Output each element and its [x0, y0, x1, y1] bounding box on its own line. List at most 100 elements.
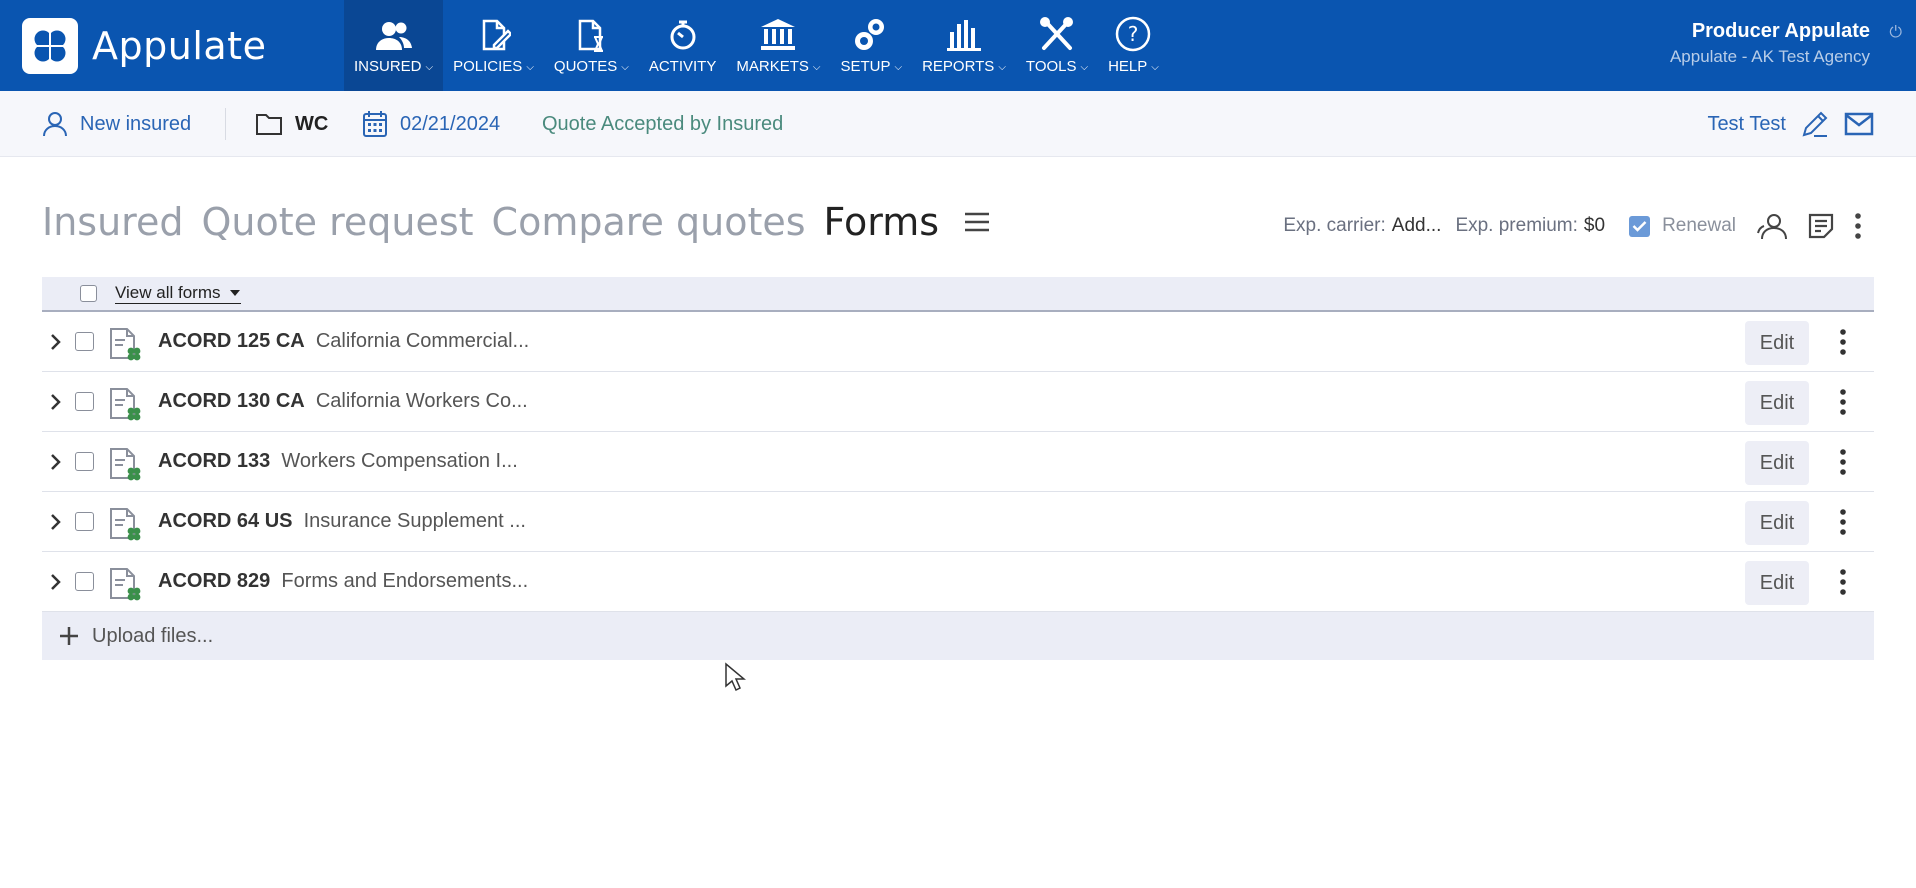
row-checkbox[interactable]	[75, 332, 94, 351]
notes-icon[interactable]	[1806, 211, 1836, 241]
quote-toolbar: Exp. carrier: Add... Exp. premium: $0 Re…	[1283, 208, 1916, 244]
mail-icon[interactable]	[1844, 112, 1874, 136]
exp-carrier-value[interactable]: Add...	[1392, 215, 1442, 237]
nav-help[interactable]: ? HELP ⌵	[1098, 0, 1169, 91]
hamburger-menu-icon[interactable]	[963, 210, 991, 234]
chevron-down-icon: ⌵	[1151, 62, 1159, 73]
table-row[interactable]: ACORD 829 Forms and Endorsements... Edit	[42, 552, 1874, 612]
row-checkbox[interactable]	[75, 512, 94, 531]
row-checkbox[interactable]	[75, 392, 94, 411]
tab-forms[interactable]: Forms	[824, 200, 940, 244]
context-bar: New insured WC 02/21/2024 Quote Accepted…	[0, 91, 1916, 157]
more-vertical-icon[interactable]	[1836, 568, 1850, 596]
insured-icon	[375, 22, 412, 50]
nav-activity[interactable]: ACTIVITY	[639, 0, 727, 91]
chevron-down-icon: ⌵	[894, 62, 903, 73]
nav-label: ACTIVITY	[648, 58, 717, 75]
line-of-business[interactable]: WC	[255, 91, 328, 157]
chevron-right-icon[interactable]	[50, 512, 62, 532]
folder-icon	[256, 114, 282, 135]
edit-button[interactable]: Edit	[1745, 381, 1809, 425]
power-icon[interactable]: ⏻	[1889, 24, 1902, 42]
edit-button[interactable]: Edit	[1745, 321, 1809, 365]
nav-setup[interactable]: SETUP ⌵	[830, 0, 912, 91]
more-vertical-icon[interactable]	[1836, 448, 1850, 476]
policies-icon	[482, 19, 511, 51]
chevron-down-icon: ⌵	[621, 62, 629, 73]
chevron-down-icon: ⌵	[998, 62, 1006, 73]
table-row[interactable]: ACORD 130 CA California Workers Co... Ed…	[42, 372, 1874, 432]
setup-icon	[855, 19, 885, 50]
nav-label: POLICIES	[453, 58, 523, 75]
contact-area: Test Test	[1707, 91, 1874, 157]
nav-markets[interactable]: MARKETS ⌵	[726, 0, 830, 91]
form-code-text: ACORD 125 CA California Commercial...	[158, 330, 529, 353]
upload-files-button[interactable]: Upload files...	[42, 612, 1874, 660]
nav-reports[interactable]: REPORTS ⌵	[912, 0, 1016, 91]
nav-label: MARKETS	[736, 58, 809, 75]
nav-quotes[interactable]: QUOTES ⌵	[544, 0, 639, 91]
new-insured-link[interactable]: New insured	[42, 91, 191, 157]
chevron-right-icon[interactable]	[50, 392, 62, 412]
edit-button[interactable]: Edit	[1745, 561, 1809, 605]
more-vertical-icon[interactable]	[1836, 508, 1850, 536]
table-row[interactable]: ACORD 64 US Insurance Supplement ... Edi…	[42, 492, 1874, 552]
contact-name[interactable]: Test Test	[1707, 113, 1786, 136]
tools-icon	[1040, 17, 1073, 50]
status-text: Quote Accepted by Insured	[542, 112, 784, 135]
edit-button[interactable]: Edit	[1745, 501, 1809, 545]
chevron-down-icon: ⌵	[1080, 62, 1089, 73]
row-checkbox[interactable]	[75, 452, 94, 471]
tab-insured[interactable]: Insured	[42, 200, 183, 244]
form-description: Forms and Endorsements...	[281, 570, 529, 592]
chevron-right-icon[interactable]	[50, 572, 62, 592]
form-code-text: ACORD 64 US Insurance Supplement ...	[158, 510, 526, 533]
renewal-checkbox[interactable]	[1629, 215, 1651, 237]
edit-icon[interactable]	[1800, 109, 1830, 139]
form-description: California Commercial...	[315, 330, 530, 352]
row-checkbox[interactable]	[75, 572, 94, 591]
effective-date[interactable]: 02/21/2024	[362, 91, 500, 157]
user-name: Producer Appulate	[1691, 20, 1870, 42]
select-all-checkbox[interactable]	[80, 285, 97, 302]
date-value: 02/21/2024	[400, 112, 501, 135]
view-all-forms-dropdown[interactable]: View all forms	[115, 283, 241, 304]
main-nav: INSURED ⌵ POLICIES ⌵ QUOTES ⌵ ACTIVITY MARK…	[344, 0, 1169, 91]
table-row[interactable]: ACORD 133 Workers Compensation I... Edit	[42, 432, 1874, 492]
tab-quote-request[interactable]: Quote request	[201, 200, 473, 244]
form-code: ACORD 133	[158, 450, 271, 472]
form-code: ACORD 130 CA	[158, 390, 305, 412]
app-logo[interactable]: Appulate	[22, 18, 266, 74]
form-description: Insurance Supplement ...	[303, 510, 526, 532]
reports-icon	[947, 20, 981, 51]
acord-form-icon	[110, 568, 141, 601]
exp-premium-label: Exp. premium:	[1455, 215, 1578, 236]
plus-icon	[60, 627, 78, 645]
nav-label: HELP	[1108, 58, 1148, 75]
nav-insured[interactable]: INSURED ⌵	[344, 0, 444, 91]
top-nav-bar: Appulate INSURED ⌵ POLICIES ⌵ QUOTES ⌵ ACTI…	[0, 0, 1916, 91]
more-vertical-icon[interactable]	[1836, 388, 1850, 416]
acord-form-icon	[110, 448, 141, 481]
edit-button[interactable]: Edit	[1745, 441, 1809, 485]
chevron-right-icon[interactable]	[50, 452, 62, 472]
nav-label: REPORTS	[922, 58, 995, 75]
tab-compare-quotes[interactable]: Compare quotes	[492, 200, 806, 244]
more-vertical-icon[interactable]	[1848, 211, 1868, 241]
form-code-text: ACORD 130 CA California Workers Co...	[158, 390, 528, 413]
table-row[interactable]: ACORD 125 CA California Commercial... Ed…	[42, 312, 1874, 372]
user-menu[interactable]: Producer Appulate Appulate - AK Test Age…	[1670, 20, 1870, 67]
nav-tools[interactable]: TOOLS ⌵	[1016, 0, 1098, 91]
nav-label: TOOLS	[1025, 58, 1077, 75]
chevron-right-icon[interactable]	[50, 332, 62, 352]
exp-premium-value[interactable]: $0	[1584, 215, 1605, 237]
more-vertical-icon[interactable]	[1836, 328, 1850, 356]
activity-icon	[670, 20, 696, 50]
nav-policies[interactable]: POLICIES ⌵	[443, 0, 544, 91]
contacts-icon[interactable]	[1756, 211, 1790, 241]
form-code: ACORD 829	[158, 570, 271, 592]
forms-table: View all forms ACORD 125 CA California C…	[42, 277, 1874, 660]
checkmark-icon	[1632, 221, 1647, 232]
view-all-label: View all forms	[115, 283, 221, 302]
form-description: California Workers Co...	[315, 390, 528, 412]
